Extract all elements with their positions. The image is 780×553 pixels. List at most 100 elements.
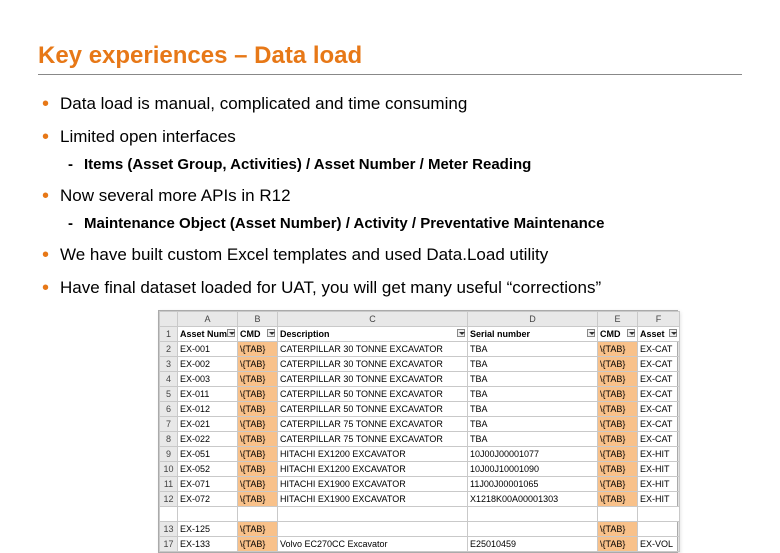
cell: TBA [468, 417, 598, 432]
cell: \{TAB} [598, 387, 638, 402]
cell: \{TAB} [598, 402, 638, 417]
cell: EX-022 [178, 432, 238, 447]
slide-title: Key experiences – Data load [38, 42, 742, 70]
filter-dropdown-icon[interactable] [587, 329, 595, 337]
row-number: 3 [160, 357, 178, 372]
cell: EX-VOL [638, 537, 680, 552]
row-number: 13 [160, 522, 178, 537]
cell: EX-HIT [638, 447, 680, 462]
cell: TBA [468, 342, 598, 357]
cell [638, 522, 680, 537]
cell: EX-012 [178, 402, 238, 417]
cell: EX-125 [178, 522, 238, 537]
cell: HITACHI EX1200 EXCAVATOR [278, 462, 468, 477]
cell: HITACHI EX1900 EXCAVATOR [278, 477, 468, 492]
filter-dropdown-icon[interactable] [267, 329, 275, 337]
cell: \{TAB} [598, 372, 638, 387]
excel-table: A B C D E F 1Asset NumCMDDescriptionSeri… [159, 311, 680, 552]
cell: TBA [468, 372, 598, 387]
cell: TBA [468, 387, 598, 402]
column-header[interactable]: Description [278, 327, 468, 342]
cell: EX-HIT [638, 462, 680, 477]
col-letter: C [278, 312, 468, 327]
cell: \{TAB} [598, 492, 638, 507]
cell: CATERPILLAR 30 TONNE EXCAVATOR [278, 372, 468, 387]
col-letter: F [638, 312, 680, 327]
cell: HITACHI EX1900 EXCAVATOR [278, 492, 468, 507]
cell: EX-CAT [638, 357, 680, 372]
cell: 10J00J10001090 [468, 462, 598, 477]
table-row: 5EX-011\{TAB}CATERPILLAR 50 TONNE EXCAVA… [160, 387, 680, 402]
corner-cell [160, 312, 178, 327]
cell: \{TAB} [598, 447, 638, 462]
cell: EX-133 [178, 537, 238, 552]
column-header[interactable]: Asset [638, 327, 680, 342]
spreadsheet: A B C D E F 1Asset NumCMDDescriptionSeri… [158, 310, 678, 553]
bullet-item: Limited open interfaces Items (Asset Gro… [38, 126, 742, 175]
row-number: 5 [160, 387, 178, 402]
row-number: 8 [160, 432, 178, 447]
cell: Volvo EC270CC Excavator [278, 537, 468, 552]
cell: \{TAB} [238, 387, 278, 402]
cell: EX-HIT [638, 492, 680, 507]
cell: \{TAB} [238, 417, 278, 432]
row-number: 1 [160, 327, 178, 342]
filter-dropdown-icon[interactable] [457, 329, 465, 337]
cell: \{TAB} [238, 462, 278, 477]
cell: EX-002 [178, 357, 238, 372]
table-row: 13EX-125\{TAB}\{TAB} [160, 522, 680, 537]
cell: EX-051 [178, 447, 238, 462]
table-row: 2EX-001\{TAB}CATERPILLAR 30 TONNE EXCAVA… [160, 342, 680, 357]
cell: TBA [468, 432, 598, 447]
cell: CATERPILLAR 50 TONNE EXCAVATOR [278, 387, 468, 402]
cell: EX-003 [178, 372, 238, 387]
table-row: 7EX-021\{TAB}CATERPILLAR 75 TONNE EXCAVA… [160, 417, 680, 432]
bullet-item: We have built custom Excel templates and… [38, 244, 742, 267]
sub-bullet-item: Items (Asset Group, Activities) / Asset … [60, 155, 742, 175]
cell: E25010459 [468, 537, 598, 552]
bullet-list: Data load is manual, complicated and tim… [38, 93, 742, 300]
cell: \{TAB} [598, 357, 638, 372]
col-letter: D [468, 312, 598, 327]
table-row: 6EX-012\{TAB}CATERPILLAR 50 TONNE EXCAVA… [160, 402, 680, 417]
column-header[interactable]: CMD [598, 327, 638, 342]
column-header[interactable]: Asset Num [178, 327, 238, 342]
cell: \{TAB} [238, 492, 278, 507]
cell: HITACHI EX1200 EXCAVATOR [278, 447, 468, 462]
sub-bullet-item: Maintenance Object (Asset Number) / Acti… [60, 214, 742, 234]
cell: EX-CAT [638, 342, 680, 357]
cell: EX-072 [178, 492, 238, 507]
filter-dropdown-icon[interactable] [627, 329, 635, 337]
cell: 11J00J00001065 [468, 477, 598, 492]
col-letter: E [598, 312, 638, 327]
cell: EX-011 [178, 387, 238, 402]
cell: CATERPILLAR 30 TONNE EXCAVATOR [278, 357, 468, 372]
row-number: 6 [160, 402, 178, 417]
cell: \{TAB} [238, 342, 278, 357]
filter-dropdown-icon[interactable] [227, 329, 235, 337]
cell: TBA [468, 357, 598, 372]
column-header[interactable]: CMD [238, 327, 278, 342]
cell: \{TAB} [238, 402, 278, 417]
cell: \{TAB} [598, 462, 638, 477]
cell: CATERPILLAR 75 TONNE EXCAVATOR [278, 417, 468, 432]
cell: EX-052 [178, 462, 238, 477]
table-row: 10EX-052\{TAB}HITACHI EX1200 EXCAVATOR10… [160, 462, 680, 477]
col-letter: A [178, 312, 238, 327]
row-number: 17 [160, 537, 178, 552]
cell: EX-071 [178, 477, 238, 492]
gap-row [160, 507, 680, 522]
cell: TBA [468, 402, 598, 417]
table-row: 3EX-002 \{TAB} CATERPILLAR 30 TONNE EXCAVA… [160, 357, 680, 372]
col-letter-row: A B C D E F [160, 312, 680, 327]
table-row: 4EX-003 \{TAB} CATERPILLAR 30 TONNE EXCAVA… [160, 372, 680, 387]
row-number: 4 [160, 372, 178, 387]
cell: CATERPILLAR 30 TONNE EXCAVATOR [278, 342, 468, 357]
table-row: 17EX-133\{TAB}Volvo EC270CC ExcavatorE25… [160, 537, 680, 552]
filter-dropdown-icon[interactable] [669, 329, 677, 337]
column-header[interactable]: Serial number [468, 327, 598, 342]
table-row: 12EX-072\{TAB}HITACHI EX1900 EXCAVATORX1… [160, 492, 680, 507]
cell: EX-021 [178, 417, 238, 432]
cell: \{TAB} [598, 432, 638, 447]
cell: \{TAB} [238, 522, 278, 537]
